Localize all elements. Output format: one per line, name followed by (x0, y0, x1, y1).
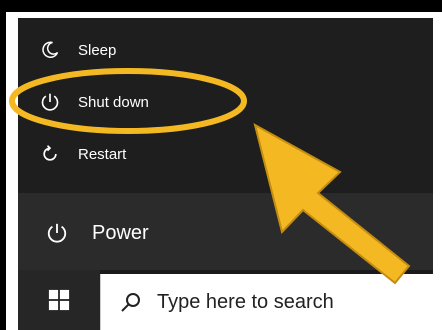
start-button[interactable] (18, 270, 100, 330)
frame-border-top (6, 12, 436, 18)
sleep-menu-item[interactable]: Sleep (18, 24, 433, 76)
frame-border-right (433, 12, 442, 330)
frame-border-left (6, 12, 18, 330)
restart-icon (40, 144, 60, 164)
power-button[interactable]: Power (18, 211, 433, 255)
windows-icon (48, 289, 70, 311)
restart-label: Restart (78, 145, 127, 163)
search-placeholder: Type here to search (157, 290, 334, 313)
restart-menu-item[interactable]: Restart (18, 128, 433, 180)
shut-down-menu-item[interactable]: Shut down (18, 76, 433, 128)
sleep-label: Sleep (78, 41, 117, 59)
search-icon (119, 290, 143, 314)
shut-down-label: Shut down (78, 93, 149, 111)
power-label: Power (92, 221, 149, 244)
sleep-icon (40, 40, 60, 60)
power-icon (40, 92, 60, 112)
power-options-flyout: Sleep Shut down Restart (18, 18, 433, 193)
search-input[interactable]: Type here to search (100, 274, 433, 330)
power-icon (46, 222, 68, 244)
